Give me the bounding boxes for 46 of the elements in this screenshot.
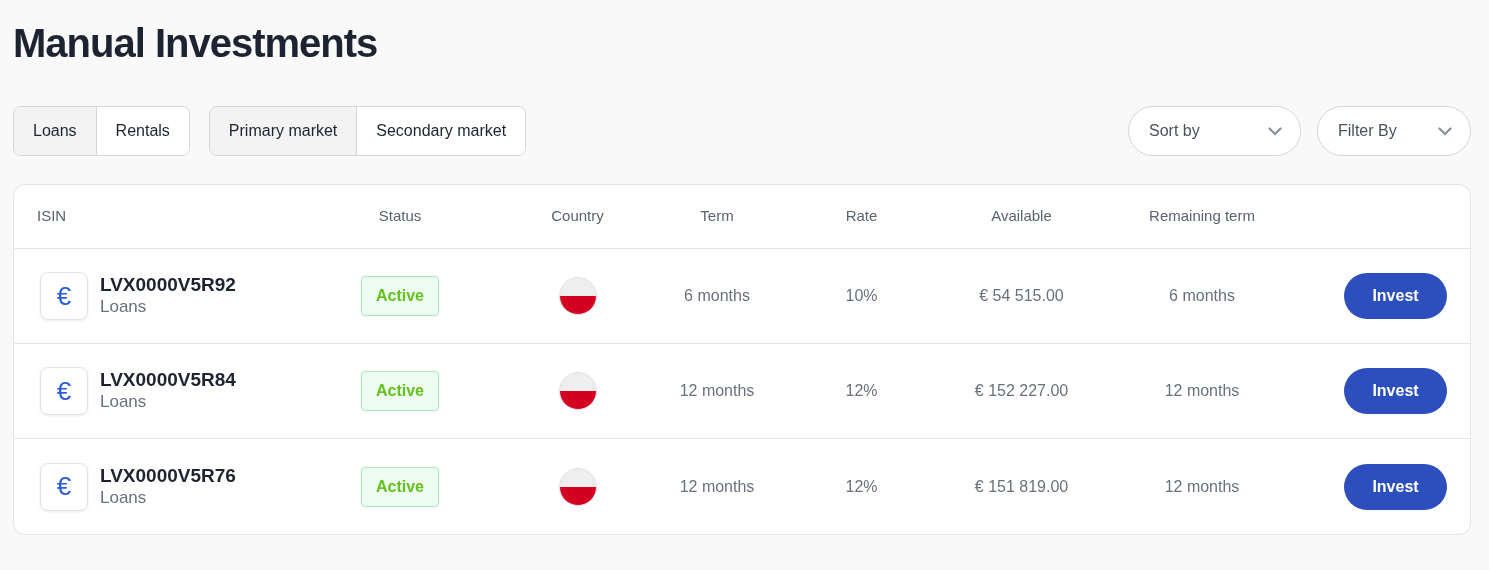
status-badge: Active [361,371,439,411]
segment-tab[interactable]: Rentals [95,107,189,155]
term-cell: 6 months [684,287,750,304]
remaining-term-cell: 12 months [1164,382,1240,399]
invest-button[interactable]: Invest [1344,273,1447,319]
term-cell: 12 months [679,477,755,495]
available-amount: € 151 819.00 [974,477,1069,495]
invest-button[interactable]: Invest [1344,463,1447,510]
column-header: Country [551,207,604,225]
currency-icon: € [40,272,88,320]
isin-code: LVX0000V5R76 [100,464,236,487]
column-header: Term [700,207,734,225]
isin-code: LVX0000V5R84 [100,369,236,391]
chevron-icon [1438,126,1452,136]
column-header: Remaining term [1149,207,1255,225]
available-amount: € 54 515.00 [979,287,1064,304]
column-header: ISIN [37,207,67,225]
status-badge: Active [361,276,439,316]
page-title: Manual Investments [13,20,379,67]
rate-cell: 12% [845,382,878,399]
loan-type: Loans [100,391,148,413]
loan-type: Loans [100,296,148,318]
dropdown[interactable]: Sort by [1128,106,1301,156]
status-badge: Active [361,466,439,507]
currency-icon: € [40,367,88,415]
remaining-term-cell: 12 months [1164,477,1240,495]
column-header: Available [991,207,1052,225]
term-cell: 12 months [679,382,755,399]
isin-code: LVX0000V5R92 [100,274,236,296]
invest-button[interactable]: Invest [1344,368,1447,414]
flag-icon [558,467,597,506]
column-header: Rate [845,207,878,225]
segment-tab[interactable]: Primary market [209,107,357,155]
column-header: Status [378,207,422,225]
chevron-icon [1268,126,1282,136]
currency-icon: € [40,462,88,511]
rate-cell: 10% [845,287,878,304]
segment-tab[interactable]: Secondary market [356,107,526,155]
segment-tab[interactable]: Loans [14,107,96,155]
dropdown[interactable]: Filter By [1317,106,1471,156]
remaining-term-cell: 6 months [1169,287,1235,304]
available-amount: € 152 227.00 [974,382,1069,399]
rate-cell: 12% [845,477,878,495]
flag-icon [558,277,597,315]
flag-icon [558,372,597,410]
loan-type: Loans [100,486,148,509]
